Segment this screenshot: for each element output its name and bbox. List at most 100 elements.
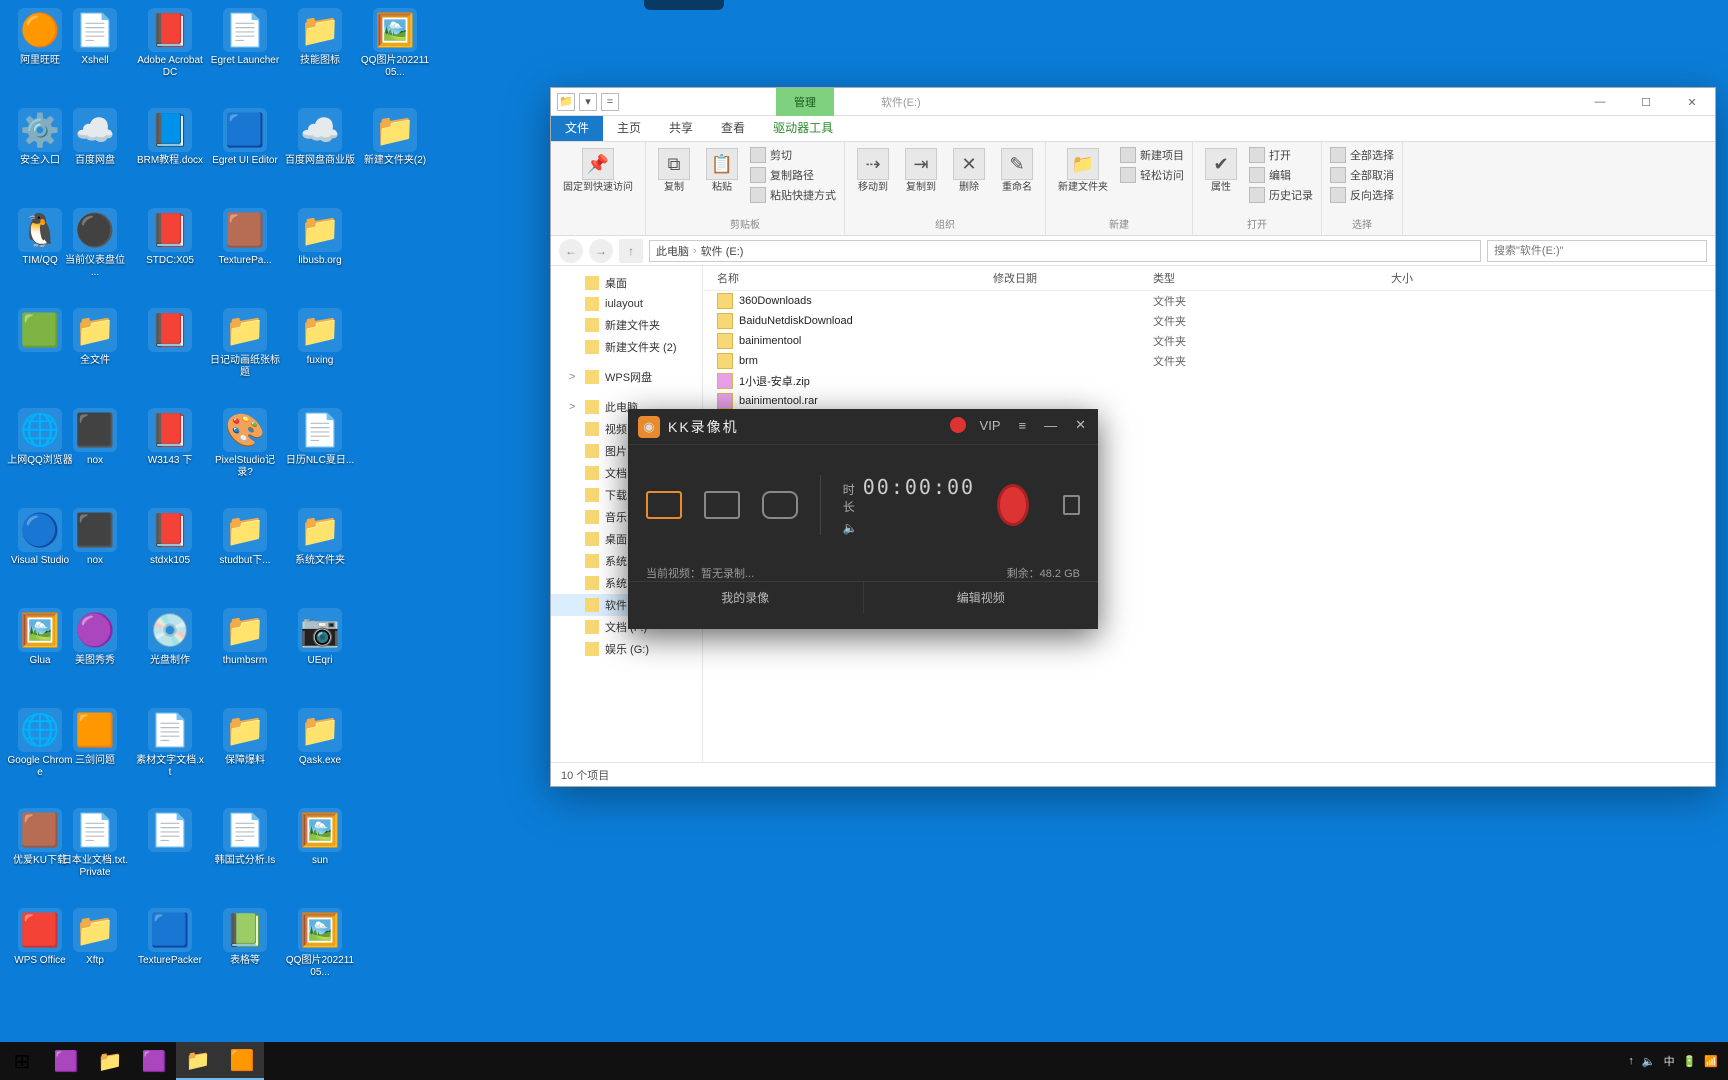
edit-button[interactable]: 编辑	[1249, 166, 1313, 184]
desktop-icon[interactable]: 📄韩国式分析.Is	[210, 808, 280, 867]
desktop-icon[interactable]: 🟦Egret UI Editor	[210, 108, 280, 167]
nav-item[interactable]: 新建文件夹	[551, 314, 702, 336]
taskbar-item[interactable]: 🟪	[44, 1042, 88, 1080]
tab-edit-video[interactable]: 编辑视频	[863, 582, 1099, 613]
col-type[interactable]: 类型	[1153, 270, 1313, 286]
desktop-icon[interactable]: 📁studbut下...	[210, 508, 280, 567]
select-all-button[interactable]: 全部选择	[1330, 146, 1394, 164]
cut-button[interactable]: 剪切	[750, 146, 836, 164]
desktop-icon[interactable]: 📁系统文件夹	[285, 508, 355, 567]
qat-icon[interactable]: =	[601, 93, 619, 111]
record-button[interactable]	[997, 484, 1029, 526]
volume-icon[interactable]: 🔈	[843, 521, 975, 535]
desktop-icon[interactable]: ⬛nox	[60, 408, 130, 467]
desktop-icon[interactable]: 📁libusb.org	[285, 208, 355, 267]
desktop-icon[interactable]: 📁新建文件夹(2)	[360, 108, 430, 167]
file-row[interactable]: BaiduNetdiskDownload文件夹	[703, 311, 1715, 331]
col-size[interactable]: 大小	[1313, 270, 1433, 286]
file-row[interactable]: brm文件夹	[703, 351, 1715, 371]
easy-access-button[interactable]: 轻松访问	[1120, 166, 1184, 184]
desktop-icon[interactable]: 💿光盘制作	[135, 608, 205, 667]
desktop-icon[interactable]: ⚫当前仪表盘位 ...	[60, 208, 130, 279]
tray-icon[interactable]: 🔈	[1642, 1055, 1656, 1068]
desktop-icon[interactable]: 📄日本业文档.txt.Private	[60, 808, 130, 879]
desktop-icon[interactable]: 📕	[135, 308, 205, 355]
start-button[interactable]: ⊞	[0, 1042, 44, 1080]
file-row[interactable]: 1小退-安卓.zip	[703, 371, 1715, 391]
file-row[interactable]: bainimentool文件夹	[703, 331, 1715, 351]
desktop-icon[interactable]: 📕Adobe Acrobat DC	[135, 8, 205, 79]
deselect-button[interactable]: 全部取消	[1330, 166, 1394, 184]
taskbar[interactable]: ⊞ 🟪 📁 🟪 📁 🟧 ↑ 🔈 中 🔋 📶	[0, 1042, 1728, 1080]
system-tray[interactable]: ↑ 🔈 中 🔋 📶	[1618, 1053, 1728, 1069]
nav-item[interactable]: >WPS网盘	[551, 366, 702, 388]
recorder-titlebar[interactable]: ◉ KK录像机 VIP ≡ — ✕	[628, 409, 1098, 445]
desktop-icon[interactable]: 🟦TexturePacker	[135, 908, 205, 967]
desktop-icon[interactable]: 🎨PixelStudio记录?	[210, 408, 280, 479]
desktop-icon[interactable]: ☁️百度网盘	[60, 108, 130, 167]
copy-button[interactable]: ⧉复制	[654, 146, 694, 196]
delete-button[interactable]: ✕删除	[949, 146, 989, 196]
nav-item[interactable]: 娱乐 (G:)	[551, 638, 702, 660]
new-folder-button[interactable]: 📁新建文件夹	[1054, 146, 1112, 196]
desktop-icon[interactable]: 🖼️QQ图片20221105...	[285, 908, 355, 979]
tab-my-recordings[interactable]: 我的录像	[628, 582, 863, 613]
forward-button[interactable]: →	[589, 239, 613, 263]
recorder-window[interactable]: ◉ KK录像机 VIP ≡ — ✕ 时长 00:00:00 🔈 当前视频：暂无录…	[628, 409, 1098, 629]
new-item-button[interactable]: 新建项目	[1120, 146, 1184, 164]
close-button[interactable]: ✕	[1669, 88, 1715, 116]
maximize-button[interactable]: ☐	[1623, 88, 1669, 116]
taskbar-item[interactable]: 📁	[88, 1042, 132, 1080]
taskbar-item[interactable]: 🟪	[132, 1042, 176, 1080]
open-button[interactable]: 打开	[1249, 146, 1313, 164]
taskbar-item-recorder[interactable]: 🟧	[220, 1042, 264, 1080]
desktop-icon[interactable]: 📄Egret Launcher	[210, 8, 280, 67]
file-row[interactable]: 360Downloads文件夹	[703, 291, 1715, 311]
mode-fullscreen[interactable]	[704, 491, 740, 519]
tab-home[interactable]: 主页	[603, 114, 655, 141]
desktop-icon[interactable]: 📗表格等	[210, 908, 280, 967]
desktop-icon[interactable]: 📄素材文字文档.xt	[135, 708, 205, 779]
crumb[interactable]: 此电脑	[656, 243, 689, 259]
tray-icon[interactable]: ↑	[1628, 1055, 1634, 1067]
desktop-icon[interactable]: 📕W3143 下	[135, 408, 205, 467]
minimize-button[interactable]: —	[1040, 418, 1061, 433]
paste-button[interactable]: 📋粘贴	[702, 146, 742, 196]
contextual-tab[interactable]: 管理	[776, 88, 834, 116]
desktop-icon[interactable]: 🖼️QQ图片20221105...	[360, 8, 430, 79]
tray-icon[interactable]: 📶	[1704, 1055, 1718, 1068]
file-row[interactable]: bainimentool.rar	[703, 391, 1715, 411]
desktop-icon[interactable]: 📁fuxing	[285, 308, 355, 367]
qat-icon[interactable]: 📁	[557, 93, 575, 111]
col-date[interactable]: 修改日期	[993, 270, 1153, 286]
move-to-button[interactable]: ⇢移动到	[853, 146, 893, 196]
explorer-titlebar[interactable]: 📁 ▾ = 管理 软件(E:) — ☐ ✕	[551, 88, 1715, 116]
desktop-icon[interactable]: 📕STDC:X05	[135, 208, 205, 267]
screenshot-button[interactable]	[1063, 495, 1080, 515]
col-name[interactable]: 名称	[703, 270, 993, 286]
desktop-icon[interactable]: ☁️百度网盘商业版	[285, 108, 355, 167]
nav-item[interactable]: 新建文件夹 (2)	[551, 336, 702, 358]
desktop-icon[interactable]: 📷UEqri	[285, 608, 355, 667]
rename-button[interactable]: ✎重命名	[997, 146, 1037, 196]
desktop-icon[interactable]: 📕stdxk105	[135, 508, 205, 567]
invert-selection-button[interactable]: 反向选择	[1330, 186, 1394, 204]
tab-share[interactable]: 共享	[655, 114, 707, 141]
desktop-icon[interactable]: 📄	[135, 808, 205, 855]
breadcrumb[interactable]: 此电脑 › 软件 (E:)	[649, 240, 1481, 262]
column-headers[interactable]: 名称 修改日期 类型 大小	[703, 266, 1715, 291]
desktop-icon[interactable]: 📘BRM教程.docx	[135, 108, 205, 167]
desktop-icon[interactable]: 🟧三剑问题	[60, 708, 130, 767]
history-button[interactable]: 历史记录	[1249, 186, 1313, 204]
desktop-icon[interactable]: 🖼️sun	[285, 808, 355, 867]
up-button[interactable]: ↑	[619, 239, 643, 263]
desktop-icon[interactable]: 📁Qask.exe	[285, 708, 355, 767]
paste-shortcut-button[interactable]: 粘贴快捷方式	[750, 186, 836, 204]
desktop-icon[interactable]: 📁技能图标	[285, 8, 355, 67]
pin-quickaccess-button[interactable]: 📌固定到快速访问	[559, 146, 637, 196]
copy-to-button[interactable]: ⇥复制到	[901, 146, 941, 196]
minimize-button[interactable]: —	[1577, 88, 1623, 116]
close-button[interactable]: ✕	[1071, 417, 1090, 433]
desktop-icon[interactable]: 📄日历NLC夏日...	[285, 408, 355, 467]
mode-game[interactable]	[762, 491, 798, 519]
